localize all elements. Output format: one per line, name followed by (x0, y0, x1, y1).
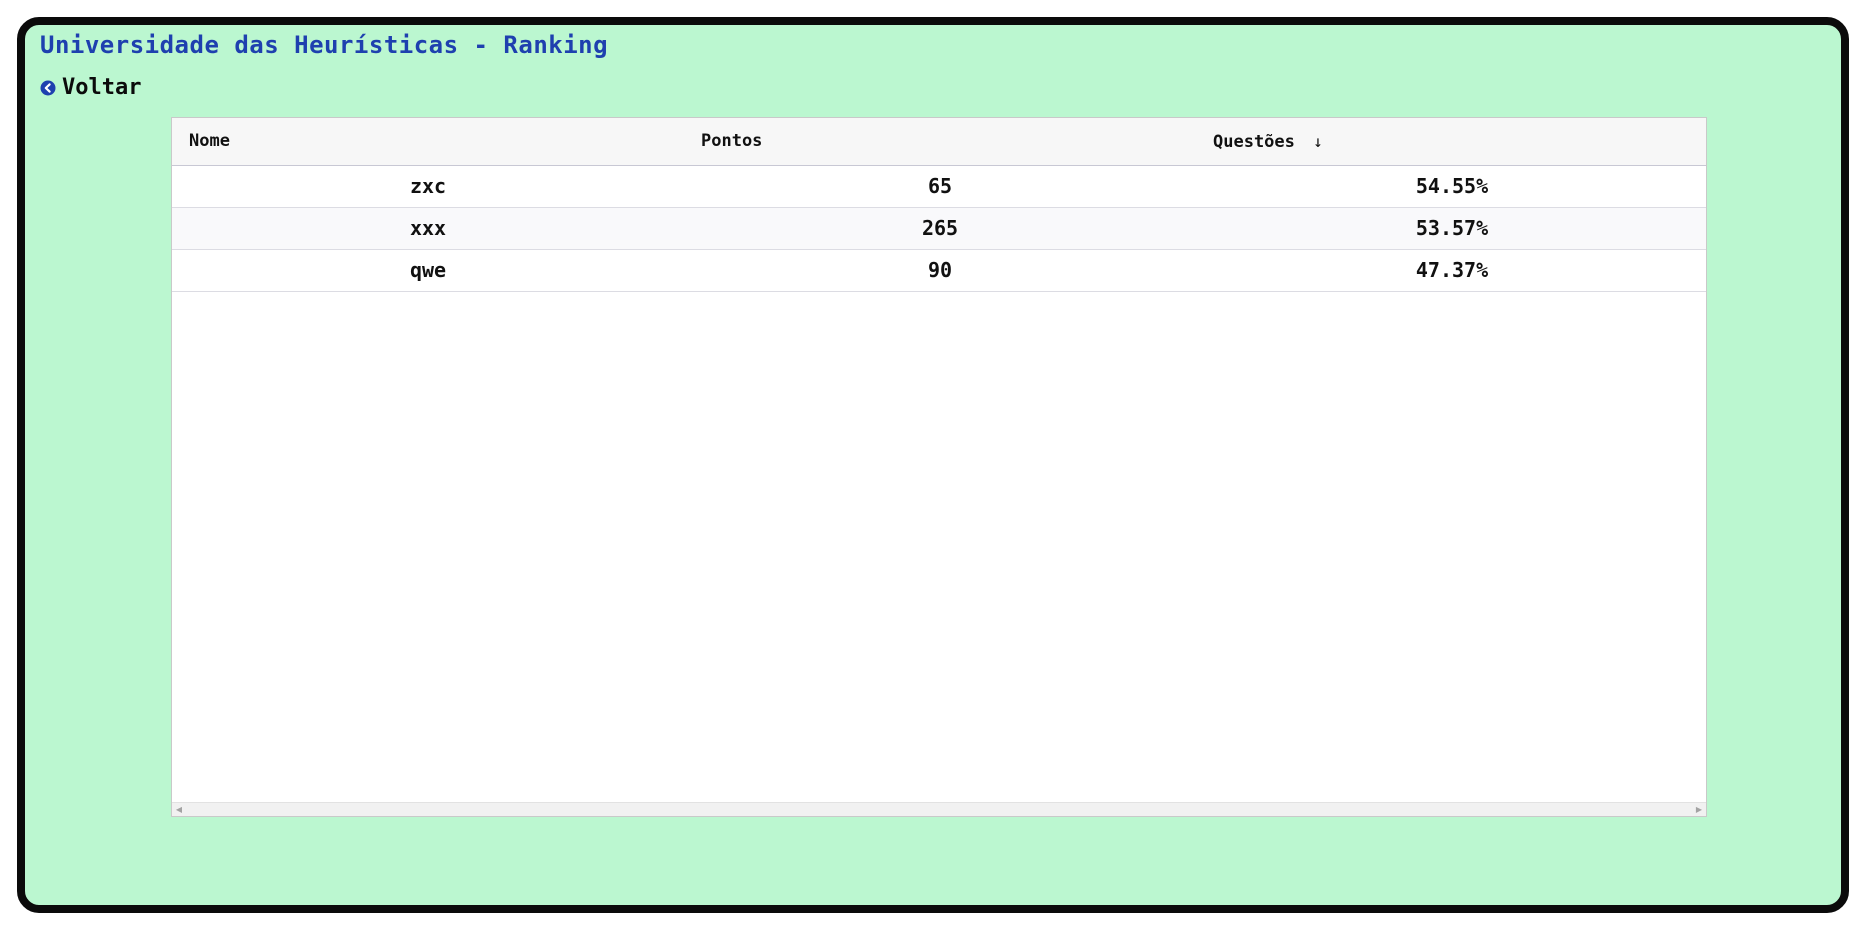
scroll-left-icon[interactable]: ◀ (172, 803, 186, 816)
table-row: zxc 65 54.55% (172, 166, 1706, 208)
column-header-label: Nome (189, 131, 230, 151)
cell-nome: qwe (409, 258, 447, 282)
horizontal-scrollbar[interactable]: ◀ ▶ (172, 802, 1706, 816)
cell-nome: xxx (409, 216, 447, 240)
cell-questoes: 54.55% (1415, 174, 1489, 198)
cell-questoes: 47.37% (1415, 258, 1489, 282)
column-header-label: Questões (1213, 132, 1295, 152)
scroll-right-icon[interactable]: ▶ (1692, 803, 1706, 816)
arrow-left-circle-icon (40, 80, 56, 96)
sort-descending-icon: ↓ (1313, 132, 1323, 151)
app-frame: Universidade das Heurísticas - Ranking V… (17, 17, 1849, 913)
table-header: Nome Pontos Questões ↓ (172, 118, 1706, 166)
cell-pontos: 265 (921, 216, 959, 240)
column-header-questoes[interactable]: Questões ↓ (1213, 118, 1323, 165)
cell-pontos: 65 (927, 174, 953, 198)
ranking-table: Nome Pontos Questões ↓ zxc 65 54.55% xxx… (171, 117, 1707, 817)
cell-questoes: 53.57% (1415, 216, 1489, 240)
column-header-pontos[interactable]: Pontos (701, 118, 762, 165)
back-link-label: Voltar (62, 75, 142, 100)
table-row: xxx 265 53.57% (172, 208, 1706, 250)
column-header-nome[interactable]: Nome (189, 118, 230, 165)
table-row: qwe 90 47.37% (172, 250, 1706, 292)
cell-nome: zxc (409, 174, 447, 198)
column-header-label: Pontos (701, 131, 763, 151)
back-link[interactable]: Voltar (40, 75, 141, 100)
cell-pontos: 90 (927, 258, 953, 282)
page-title: Universidade das Heurísticas - Ranking (40, 31, 609, 59)
